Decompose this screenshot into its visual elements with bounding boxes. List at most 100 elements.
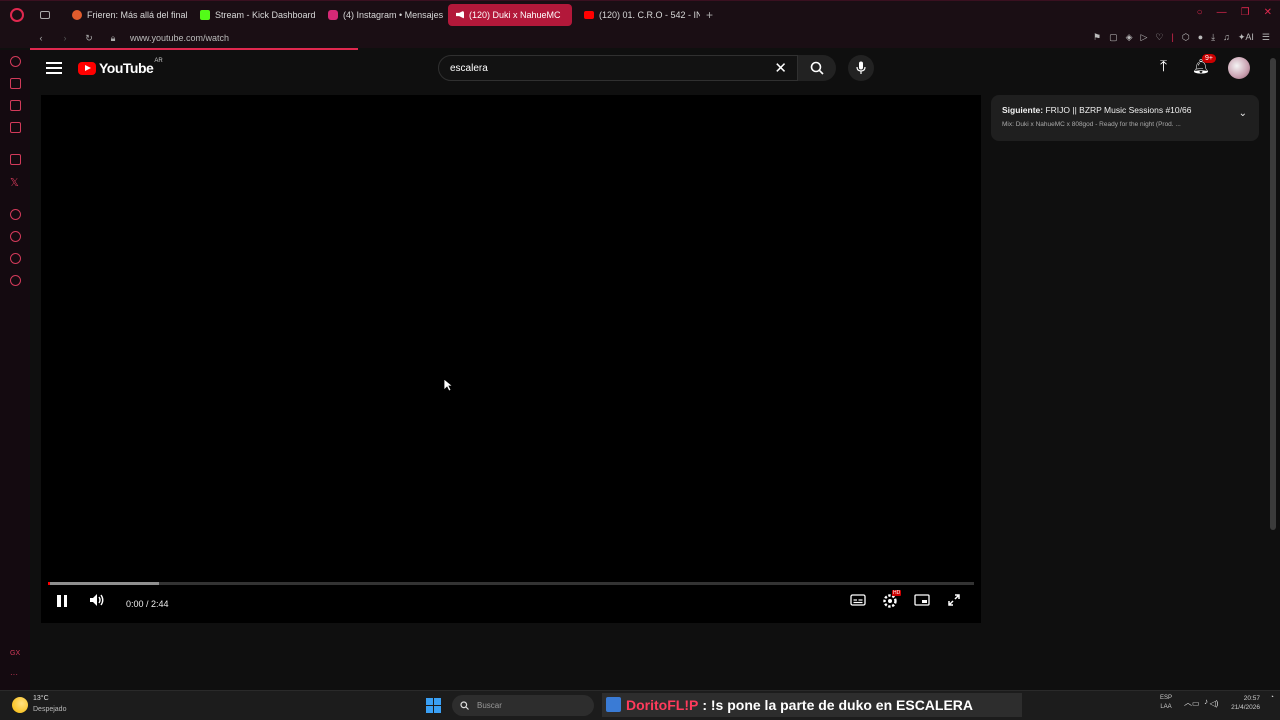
tab-label: (120) Duki x NahueMC [469,9,561,20]
tab-overview-icon[interactable] [40,10,50,19]
fullscreen-icon [948,594,960,606]
volume-icon [90,594,104,606]
toolbar-icons: ⚑ ▢ ◈ ▷ ♡ | ⬡ ● ⤓ ♫ ✦AI ☰ [1093,32,1270,43]
ai-icon[interactable]: ✦AI [1238,32,1254,43]
create-upload-icon[interactable]: ⤒ [1160,58,1167,76]
youtube-play-icon [78,61,96,75]
heart-icon[interactable]: ♡ [1155,32,1163,43]
bookmark-icon[interactable]: ⚑ [1093,32,1101,43]
gx-logo-icon[interactable]: GX [10,650,20,657]
browser-sidebar: 𝕏 GX ··· [0,50,30,690]
download-icon[interactable]: ⤓ [1211,32,1215,43]
back-icon[interactable]: ‹ [34,33,48,43]
guide-menu-icon[interactable] [46,62,62,74]
up-next-video-title: FRIJO || BZRP Music Sessions #10/66 [1045,105,1192,115]
tray-status-icons: ▭ ◁) [1192,699,1218,708]
opera-logo-icon[interactable] [10,7,24,22]
gx-corner-icon[interactable] [10,78,21,89]
time-display: 0:00 / 2:44 [126,599,169,609]
forward-icon[interactable]: › [58,33,72,43]
windows-start-icon[interactable] [426,698,441,713]
volume-button[interactable] [89,593,105,610]
miniplayer-button[interactable] [914,594,930,609]
clock-date: 21/4/2026 [1231,704,1260,711]
clock-time: 20:57 [1243,695,1260,702]
extensions-icon[interactable]: ⬡ [1182,32,1190,43]
x-icon[interactable]: 𝕏 [10,176,21,189]
mouse-cursor-icon [443,378,453,392]
pause-button[interactable] [57,595,69,609]
messenger-icon[interactable] [10,100,21,111]
extensions-sidebar-icon[interactable] [10,253,21,264]
new-tab-button[interactable]: + [706,8,713,22]
tab-youtube-active[interactable]: (120) Duki x NahueMC [448,3,572,26]
clear-search-icon[interactable]: ✕ [774,59,787,77]
up-next-playlist: Mix: Duki x NahueMC x 808god - Ready for… [1002,121,1181,128]
m-icon[interactable] [10,122,21,133]
search-input[interactable]: escalera [450,63,774,74]
tab-label: Frieren: Más allá del final de [87,9,188,20]
divider: | [1171,32,1174,42]
microphone-icon [856,61,866,74]
history-icon[interactable] [10,231,21,242]
voice-search-button[interactable] [848,55,874,81]
notification-badge: 9+ [1202,54,1216,63]
network-icon[interactable]: ▭ [1192,699,1200,708]
url-field[interactable]: www.youtube.com/watch [130,33,229,43]
tray-chevron-up-icon[interactable]: ︿ [1184,697,1192,708]
twitch-icon[interactable] [10,154,21,165]
play-icon[interactable]: ▷ [1141,32,1148,43]
tab-frieren[interactable]: Frieren: Más allá del final de [64,4,188,26]
gx-control-icon[interactable] [10,56,21,67]
player-icon[interactable] [10,209,21,220]
profile-icon[interactable]: ● [1198,32,1203,43]
notification-center-icon[interactable]: ◔ [1270,694,1274,701]
search-button[interactable] [798,55,836,81]
video-player[interactable]: 0:00 / 2:44 HD [41,95,981,623]
search-box[interactable]: escalera ✕ [438,55,798,81]
taskbar-search-placeholder: Buscar [477,701,502,710]
language-indicator[interactable]: ESP LAA [1160,694,1172,712]
shield-icon[interactable]: ◈ [1126,32,1133,43]
taskbar-search[interactable]: Buscar [452,695,594,716]
chat-username: DoritoFL!P [626,697,699,713]
windows-taskbar: 13°C Despejado Buscar DoritoFL!P : !s po… [0,690,1280,720]
maximize-icon[interactable]: ❐ [1241,7,1250,18]
tab-instagram[interactable]: (4) Instagram • Mensajes [320,4,444,26]
sound-icon[interactable]: ♫ [1223,32,1230,43]
search-tabs-icon[interactable]: ○ [1197,7,1203,18]
weather-moon-icon[interactable] [12,697,28,713]
settings-icon[interactable] [10,275,21,286]
close-window-icon[interactable]: ✕ [1264,7,1272,18]
youtube-logo[interactable]: YouTube AR [78,58,163,76]
taskbar-clock[interactable]: 20:57 21/4/2026 [1231,694,1260,712]
address-bar: ‹ › ↻ 🔒︎ www.youtube.com/watch ⚑ ▢ ◈ ▷ ♡… [0,28,1280,48]
menu-icon[interactable]: ☰ [1262,32,1270,43]
firefox-favicon-icon [72,9,82,20]
tab-kick[interactable]: Stream - Kick Dashboard [192,4,316,26]
page-scrollbar[interactable] [1270,58,1276,530]
chat-overlay: DoritoFL!P : !s pone la parte de duko en… [602,693,1022,717]
up-next-panel[interactable]: Siguiente: FRIJO || BZRP Music Sessions … [991,95,1259,141]
snapshot-icon[interactable]: ▢ [1109,32,1118,43]
fullscreen-button[interactable] [947,593,961,610]
up-next-label: Siguiente: [1002,105,1044,115]
speaker-icon [456,10,464,19]
minimize-icon[interactable]: — [1217,7,1227,18]
weather-desc: Despejado [33,706,67,713]
chevron-down-icon[interactable]: ⌄ [1239,108,1247,119]
volume-tray-icon[interactable]: ◁) [1210,699,1219,708]
more-icon[interactable]: ··· [10,670,18,679]
up-next-title: Siguiente: FRIJO || BZRP Music Sessions … [1002,105,1222,115]
tab-youtube-cro[interactable]: (120) 01. C.R.O - 542 - INT [576,4,700,26]
tab-label: (120) 01. C.R.O - 542 - INT [599,9,700,20]
settings-button[interactable]: HD [882,590,902,611]
progress-bar[interactable] [48,582,974,585]
avatar[interactable] [1228,57,1250,79]
reload-icon[interactable]: ↻ [82,33,96,44]
subtitles-button[interactable] [850,594,866,609]
tab-label: Stream - Kick Dashboard [215,9,316,20]
hd-badge: HD [892,590,902,596]
instagram-favicon-icon [328,9,338,20]
search-icon [810,61,824,75]
